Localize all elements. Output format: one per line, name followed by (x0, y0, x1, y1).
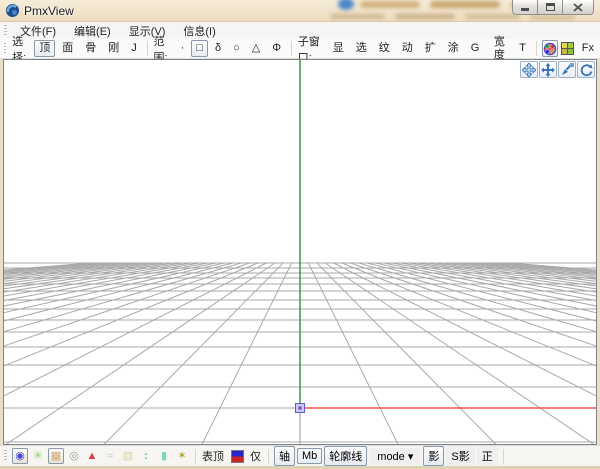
main-toolbar: 选择: 顶 面 骨 刚 J 范围: · □ δ ○ △ Φ 子窗口: 显 选 纹… (0, 39, 600, 59)
quad-view-icon (561, 42, 574, 55)
minimize-icon (521, 8, 529, 11)
move-view-button[interactable] (539, 61, 557, 78)
faded-square-icon[interactable]: ▧ (120, 448, 136, 464)
menu-edit[interactable]: 编辑(E) (65, 22, 120, 40)
red-triangle-icon[interactable]: ▲ (84, 448, 100, 464)
rotate-view-button[interactable] (577, 61, 595, 78)
chevron-down-icon: ▾ (408, 451, 414, 463)
subwindow-motion-button[interactable]: 动 (397, 40, 418, 57)
background-blob (530, 15, 575, 20)
close-icon (573, 3, 583, 12)
background-blob (360, 1, 420, 8)
axis-target-icon (543, 42, 557, 56)
mode-dropdown[interactable]: mode ▾ (370, 448, 420, 465)
maximize-button[interactable] (537, 0, 562, 15)
pan-view-button[interactable] (520, 61, 538, 78)
toolbar-grip-icon[interactable] (4, 25, 7, 37)
separator (268, 449, 269, 464)
axis-toggle-button[interactable]: 轴 (274, 446, 295, 466)
range-circle-button[interactable]: ○ (228, 40, 245, 57)
toolbar-grip-icon[interactable] (4, 450, 7, 462)
front-vertex-label: 表顶 (202, 448, 224, 464)
range-triangle-button[interactable]: △ (247, 40, 265, 57)
move-arrows-icon (541, 63, 555, 77)
small-circle-icon[interactable]: ◎ (66, 448, 82, 464)
range-phi-button[interactable]: Φ (267, 40, 286, 57)
maximize-icon (546, 3, 555, 11)
subwindow-g-button[interactable]: G (466, 40, 485, 57)
toolbar-grip-icon[interactable] (4, 43, 6, 55)
background-blob (395, 14, 455, 19)
menu-info[interactable]: 信息(I) (174, 22, 224, 40)
select-rigid-button[interactable]: 刚 (103, 40, 124, 57)
range-delta-button[interactable]: δ (210, 40, 226, 57)
axis-target-button[interactable] (542, 40, 558, 57)
vertex-mode-icon[interactable]: ◉ (12, 448, 28, 464)
separator (147, 41, 148, 56)
front-face-toggle-button[interactable]: 正 (477, 446, 498, 466)
separator (503, 449, 504, 464)
titlebar[interactable]: PmxView (0, 0, 600, 22)
quad-view-button[interactable] (560, 40, 575, 57)
view-nav-group (519, 61, 595, 78)
perspective-grid (4, 60, 596, 444)
app-icon (5, 3, 20, 22)
separator (536, 41, 537, 56)
minimize-button[interactable] (512, 0, 537, 15)
select-joint-button[interactable]: J (126, 40, 142, 57)
pmxview-window: PmxView 文件(F) 编辑(E) 显示(V) 信息(I) 选择: 顶 面 … (0, 0, 600, 469)
subwindow-extend-button[interactable]: 扩 (420, 40, 441, 57)
close-button[interactable] (562, 0, 594, 15)
subwindow-select-button[interactable]: 选 (351, 40, 372, 57)
mb-toggle-button[interactable]: Mb (297, 448, 322, 464)
select-bone-button[interactable]: 骨 (80, 40, 101, 57)
wave-icon[interactable]: ≈ (102, 448, 118, 464)
viewport-canvas[interactable] (3, 59, 597, 445)
self-shadow-toggle-button[interactable]: S影 (446, 446, 474, 466)
green-star-icon[interactable]: ✳ (30, 448, 46, 464)
rotate-arrow-icon (579, 63, 593, 77)
background-blob (330, 14, 385, 19)
separator (195, 449, 196, 464)
range-dot-button[interactable]: · (176, 40, 190, 57)
zoom-arrow-icon (560, 63, 574, 77)
teal-bar-icon[interactable]: ▮ (156, 448, 172, 464)
zoom-view-button[interactable] (558, 61, 576, 78)
select-vertex-button[interactable]: 顶 (34, 40, 55, 57)
background-blob (338, 0, 354, 10)
vertex-color-swatch[interactable] (231, 450, 244, 463)
select-face-button[interactable]: 面 (57, 40, 78, 57)
window-title: PmxView (24, 4, 74, 18)
subwindow-display-button[interactable]: 显 (328, 40, 349, 57)
background-blob (430, 1, 500, 8)
subwindow-texture-button[interactable]: 纹 (374, 40, 395, 57)
range-box-button[interactable]: □ (191, 40, 208, 57)
green-dots-icon[interactable]: : (138, 448, 154, 464)
bottom-toolbar: ◉ ✳ ▦ ◎ ▲ ≈ ▧ : ▮ ✶ 表顶 仅 轴 Mb 轮廓线 mode ▾… (0, 445, 600, 466)
subwindow-t-button[interactable]: T (514, 40, 531, 57)
fx-button[interactable]: Fx (577, 40, 599, 57)
subwindow-paint-button[interactable]: 涂 (443, 40, 464, 57)
outline-toggle-button[interactable]: 轮廓线 (324, 446, 367, 466)
pan-arrows-icon (522, 63, 536, 77)
window-controls (512, 0, 594, 15)
separator (291, 41, 292, 56)
olive-star-icon[interactable]: ✶ (174, 448, 190, 464)
texture-grid-icon[interactable]: ▦ (48, 448, 64, 464)
only-label: 仅 (250, 448, 261, 464)
mode-label: mode (377, 451, 405, 463)
shadow-toggle-button[interactable]: 影 (423, 446, 444, 466)
